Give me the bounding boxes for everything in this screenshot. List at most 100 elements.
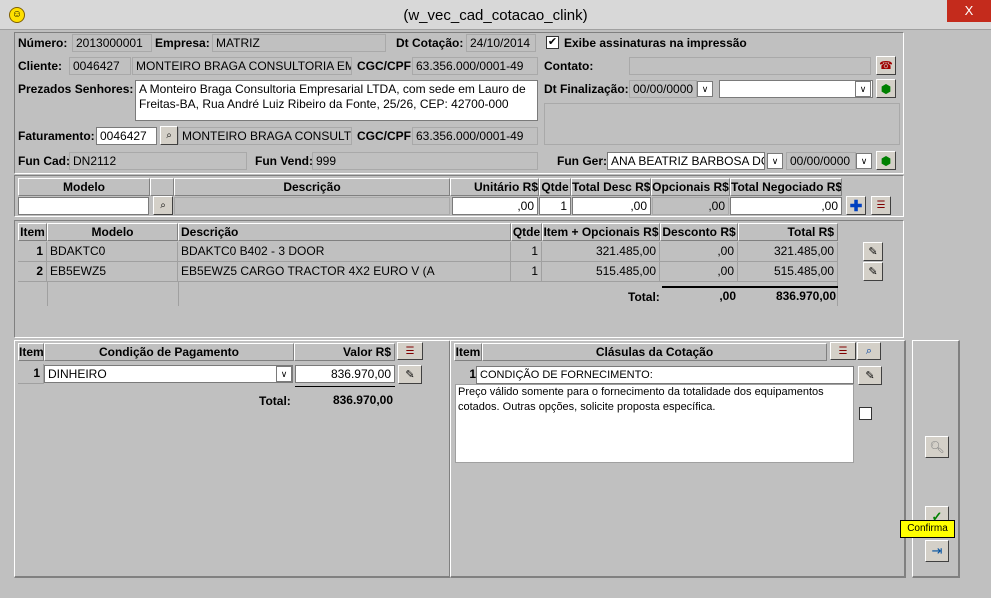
faturamento-label: Faturamento:: [18, 129, 95, 143]
numero-field[interactable]: 2013000001: [72, 34, 152, 52]
clauses-edit-button[interactable]: ✎: [858, 366, 882, 385]
items-header-desconto: Desconto R$: [660, 223, 738, 241]
cliente-label: Cliente:: [18, 59, 63, 73]
entry-descricao-field[interactable]: [174, 197, 450, 215]
clauses-options-button[interactable]: ☰: [830, 342, 856, 360]
phone-button[interactable]: ☎: [876, 56, 896, 75]
entry-header-total-neg: Total Negociado R$: [730, 178, 842, 196]
row-modelo: EB5EWZ5: [47, 262, 178, 282]
faturamento-search-button[interactable]: ⌕: [160, 126, 178, 145]
window-title: (w_vec_cad_cotacao_clink): [403, 7, 588, 24]
phone-icon: ☎: [879, 60, 893, 72]
row-item-opc: 515.485,00: [542, 262, 660, 282]
payment-valor-input[interactable]: 836.970,00: [295, 365, 395, 383]
list-edit-icon: ☰: [838, 345, 848, 357]
prezados-label: Prezados Senhores:: [18, 82, 134, 96]
pencil-icon: ✎: [868, 246, 878, 258]
fun-ger-date-dropdown-icon[interactable]: ∨: [856, 153, 872, 169]
payment-total: 836.970,00: [332, 393, 393, 407]
payment-header-condicao: Condição de Pagamento: [44, 343, 294, 361]
faturamento-codigo-field[interactable]: 0046427: [96, 127, 157, 145]
items-total-desconto: ,00: [719, 289, 736, 303]
dt-final-field[interactable]: 00/00/0000: [629, 80, 697, 98]
payment-row-item: 1: [18, 364, 44, 384]
empresa-label: Empresa:: [155, 36, 210, 50]
finalizacao-motivo-select[interactable]: [719, 80, 873, 98]
dt-final-dropdown-icon[interactable]: ∨: [697, 81, 713, 97]
close-button[interactable]: X: [947, 0, 991, 22]
plus-icon: ✚: [849, 197, 863, 215]
exit-door-icon: ⇥: [931, 543, 943, 558]
clauses-checkbox[interactable]: [859, 407, 872, 420]
motivo-dropdown-icon[interactable]: ∨: [855, 81, 871, 97]
exibe-label: Exibe assinaturas na impressão: [564, 36, 747, 50]
items-header-item: Item: [18, 223, 47, 241]
entry-opcionais-field[interactable]: ,00: [652, 197, 729, 215]
payment-total-rule: [295, 386, 395, 387]
search-icon: ⌕: [166, 130, 172, 141]
items-col-line: [178, 282, 179, 306]
payment-options-button[interactable]: ☰: [397, 342, 423, 360]
cliente-nome-field[interactable]: MONTEIRO BRAGA CONSULTORIA EMF: [132, 57, 352, 75]
row-item: 2: [18, 262, 47, 282]
clauses-row-text[interactable]: Preço válido somente para o fornecimento…: [455, 384, 854, 463]
cgc2-field[interactable]: 63.356.000/0001-49: [412, 127, 538, 145]
row-edit-button[interactable]: ✎: [863, 262, 883, 281]
numero-label: Número:: [18, 36, 68, 50]
contato-field[interactable]: [629, 57, 871, 75]
finalize-button[interactable]: ⬢: [876, 79, 896, 98]
payment-condicao-select[interactable]: DINHEIRO: [44, 365, 293, 383]
payment-header-item: Item: [18, 343, 44, 361]
finalizacao-obs-field[interactable]: [544, 103, 900, 145]
search-icon: ⌕: [160, 200, 166, 211]
entry-total-neg-input[interactable]: ,00: [730, 197, 842, 215]
entry-header-opcionais: Opcionais R$: [651, 178, 730, 196]
cgc-field[interactable]: 63.356.000/0001-49: [412, 57, 538, 75]
row-total: 515.485,00: [738, 262, 838, 282]
empresa-field[interactable]: MATRIZ: [212, 34, 386, 52]
entry-unitario-input[interactable]: ,00: [452, 197, 538, 215]
fun-ger-field[interactable]: ANA BEATRIZ BARBOSA DO: [607, 152, 765, 170]
entry-modelo-input[interactable]: [18, 197, 149, 215]
entry-header-qtde: Qtde: [539, 178, 571, 196]
fun-ger-label: Fun Ger:: [557, 154, 607, 168]
preview-button[interactable]: 🔍︎: [925, 436, 949, 458]
clauses-row-title[interactable]: CONDIÇÃO DE FORNECIMENTO:: [476, 366, 854, 384]
fun-cad-field[interactable]: DN2112: [69, 152, 247, 170]
entry-total-desc-input[interactable]: ,00: [572, 197, 651, 215]
contato-label: Contato:: [544, 59, 594, 73]
items-total-geral: 836.970,00: [775, 289, 836, 303]
items-col-lines: [47, 282, 48, 306]
prezados-textarea[interactable]: A Monteiro Braga Consultoria Empresarial…: [135, 80, 538, 121]
exibe-checkbox[interactable]: ✔: [546, 36, 559, 49]
entry-header-total-desc: Total Desc R$: [571, 178, 651, 196]
dt-cotacao-field[interactable]: 24/10/2014: [466, 34, 536, 52]
faturamento-nome-field[interactable]: MONTEIRO BRAGA CONSULTC: [178, 127, 352, 145]
payment-edit-button[interactable]: ✎: [398, 365, 422, 384]
fun-ger-date-field[interactable]: 00/00/0000: [786, 152, 856, 170]
options-button[interactable]: ☰: [871, 196, 891, 215]
row-descricao: BDAKTC0 B402 - 3 DOOR: [178, 242, 511, 262]
confirm-tooltip: Confirma: [900, 520, 955, 538]
row-item: 1: [18, 242, 47, 262]
add-item-button[interactable]: ✚: [846, 196, 866, 215]
payment-header-valor: Valor R$: [294, 343, 395, 361]
cliente-codigo-field[interactable]: 0046427: [69, 57, 131, 75]
pencil-icon: ✎: [865, 370, 875, 382]
list-edit-icon: ☰: [405, 345, 415, 357]
magnifier-icon: ⌕: [865, 344, 873, 357]
row-edit-button[interactable]: ✎: [863, 242, 883, 261]
payment-dropdown-icon[interactable]: ∨: [276, 366, 292, 382]
clauses-search-button[interactable]: ⌕: [857, 342, 881, 360]
exit-button[interactable]: ⇥: [925, 540, 949, 562]
items-header-qtde: Qtde: [511, 223, 542, 241]
pencil-icon: ✎: [868, 266, 878, 278]
fun-ger-dropdown-icon[interactable]: ∨: [767, 153, 783, 169]
entry-lookup-button[interactable]: ⌕: [153, 196, 173, 215]
items-total-label: Total:: [628, 290, 660, 304]
fun-vend-field[interactable]: 999: [312, 152, 538, 170]
dt-final-label: Dt Finalização:: [544, 82, 629, 96]
entry-qtde-input[interactable]: 1: [539, 197, 571, 215]
fun-ger-button[interactable]: ⬢: [876, 151, 896, 170]
payment-total-label: Total:: [259, 394, 291, 408]
